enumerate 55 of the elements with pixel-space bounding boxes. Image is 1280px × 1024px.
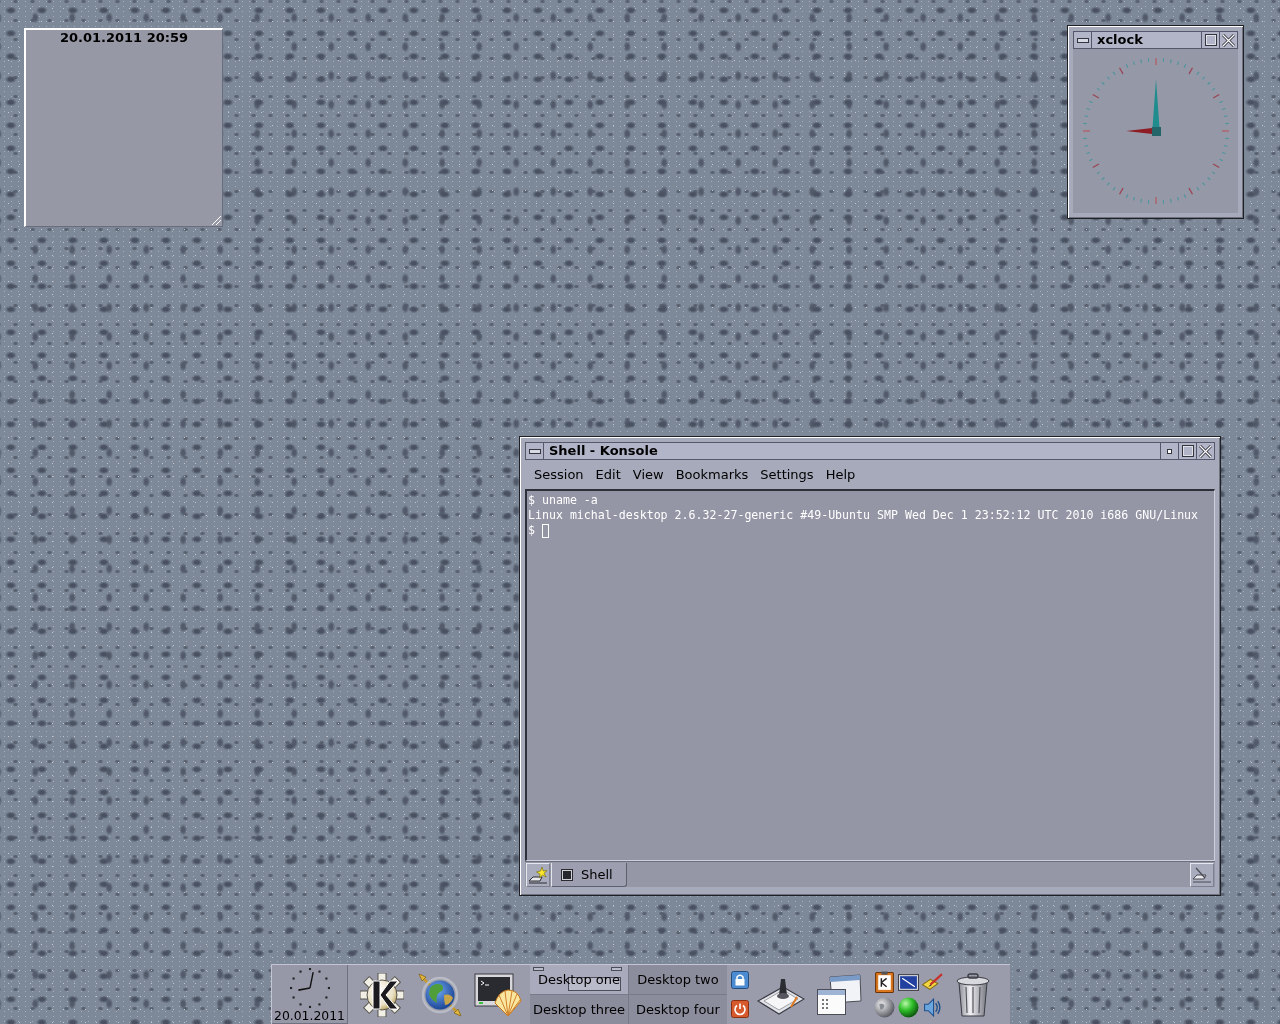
terminal-line: Linux michal-desktop 2.6.32-27-generic #49-Ubuntu SMP Wed Dec 1 23:52:12 UTC 2010 i686 GNU/Linux xyxy=(528,508,1199,523)
globe-icon[interactable] xyxy=(873,996,895,1018)
menu-item[interactable]: View xyxy=(626,465,670,485)
close-button[interactable] xyxy=(1219,32,1237,48)
terminal-shell-icon xyxy=(474,972,522,1017)
logout-button[interactable] xyxy=(730,999,750,1020)
trash-can-icon xyxy=(955,972,991,1017)
power-icon xyxy=(731,1000,749,1019)
note-pencil-icon[interactable] xyxy=(921,972,943,992)
clipboard-icon[interactable] xyxy=(874,971,894,993)
menu-item[interactable]: Session xyxy=(528,465,590,485)
maximize-button[interactable] xyxy=(1178,443,1196,459)
new-tab-sparkle-icon xyxy=(528,866,548,884)
close-icon xyxy=(1199,444,1212,458)
desktop-switch-button[interactable]: Desktop four xyxy=(629,995,727,1024)
globe-compass-icon xyxy=(417,972,463,1017)
menu-item[interactable]: Help xyxy=(819,465,862,485)
terminal-line: $ uname -a xyxy=(528,493,598,508)
window-menu-button[interactable] xyxy=(1074,32,1092,48)
window-thumbnail xyxy=(533,967,544,971)
note-title: 20.01.2011 20:59 xyxy=(59,30,189,46)
menu-item[interactable]: Bookmarks xyxy=(669,465,755,485)
window-thumbnail xyxy=(611,967,622,971)
clock-date: 20.01.2011 xyxy=(274,1008,345,1023)
monitor-icon[interactable] xyxy=(897,973,919,991)
close-tab-icon xyxy=(1192,867,1212,883)
menu-item[interactable]: Edit xyxy=(589,465,627,485)
menu-item[interactable]: Settings xyxy=(754,465,820,485)
window-title: xclock xyxy=(1096,32,1144,48)
new-tab-button[interactable] xyxy=(526,863,550,887)
lock-screen-button[interactable] xyxy=(730,969,750,990)
k-gear-logo-icon xyxy=(360,972,404,1017)
terminal-icon xyxy=(561,868,573,881)
window-menu-icon xyxy=(1076,37,1089,43)
maximize-icon xyxy=(1204,34,1217,46)
terminal-line: $ xyxy=(528,523,535,538)
desktop-switch-button[interactable]: Desktop three xyxy=(530,995,628,1024)
window-menu-button[interactable] xyxy=(526,443,544,459)
status-orb-icon[interactable] xyxy=(897,996,919,1018)
close-icon xyxy=(1222,33,1235,47)
close-tab-button[interactable] xyxy=(1190,863,1214,887)
analog-clock-icon xyxy=(289,968,330,1008)
resize-grip-icon[interactable] xyxy=(212,216,221,225)
terminal-tab[interactable]: Shell xyxy=(551,863,627,887)
window-menu-icon xyxy=(528,448,541,454)
clock-applet[interactable]: 20.01.2011 xyxy=(272,965,348,1024)
lock-icon xyxy=(731,970,749,989)
minimize-icon xyxy=(1167,448,1172,454)
window-title: Shell - Konsole xyxy=(548,443,659,459)
maximize-icon xyxy=(1181,445,1194,457)
windows-icon xyxy=(816,973,862,1016)
speaker-icon[interactable] xyxy=(923,997,941,1017)
close-button[interactable] xyxy=(1196,443,1214,459)
desktop-switch-button[interactable]: Desktop two xyxy=(629,965,727,994)
maximize-button[interactable] xyxy=(1201,32,1219,48)
